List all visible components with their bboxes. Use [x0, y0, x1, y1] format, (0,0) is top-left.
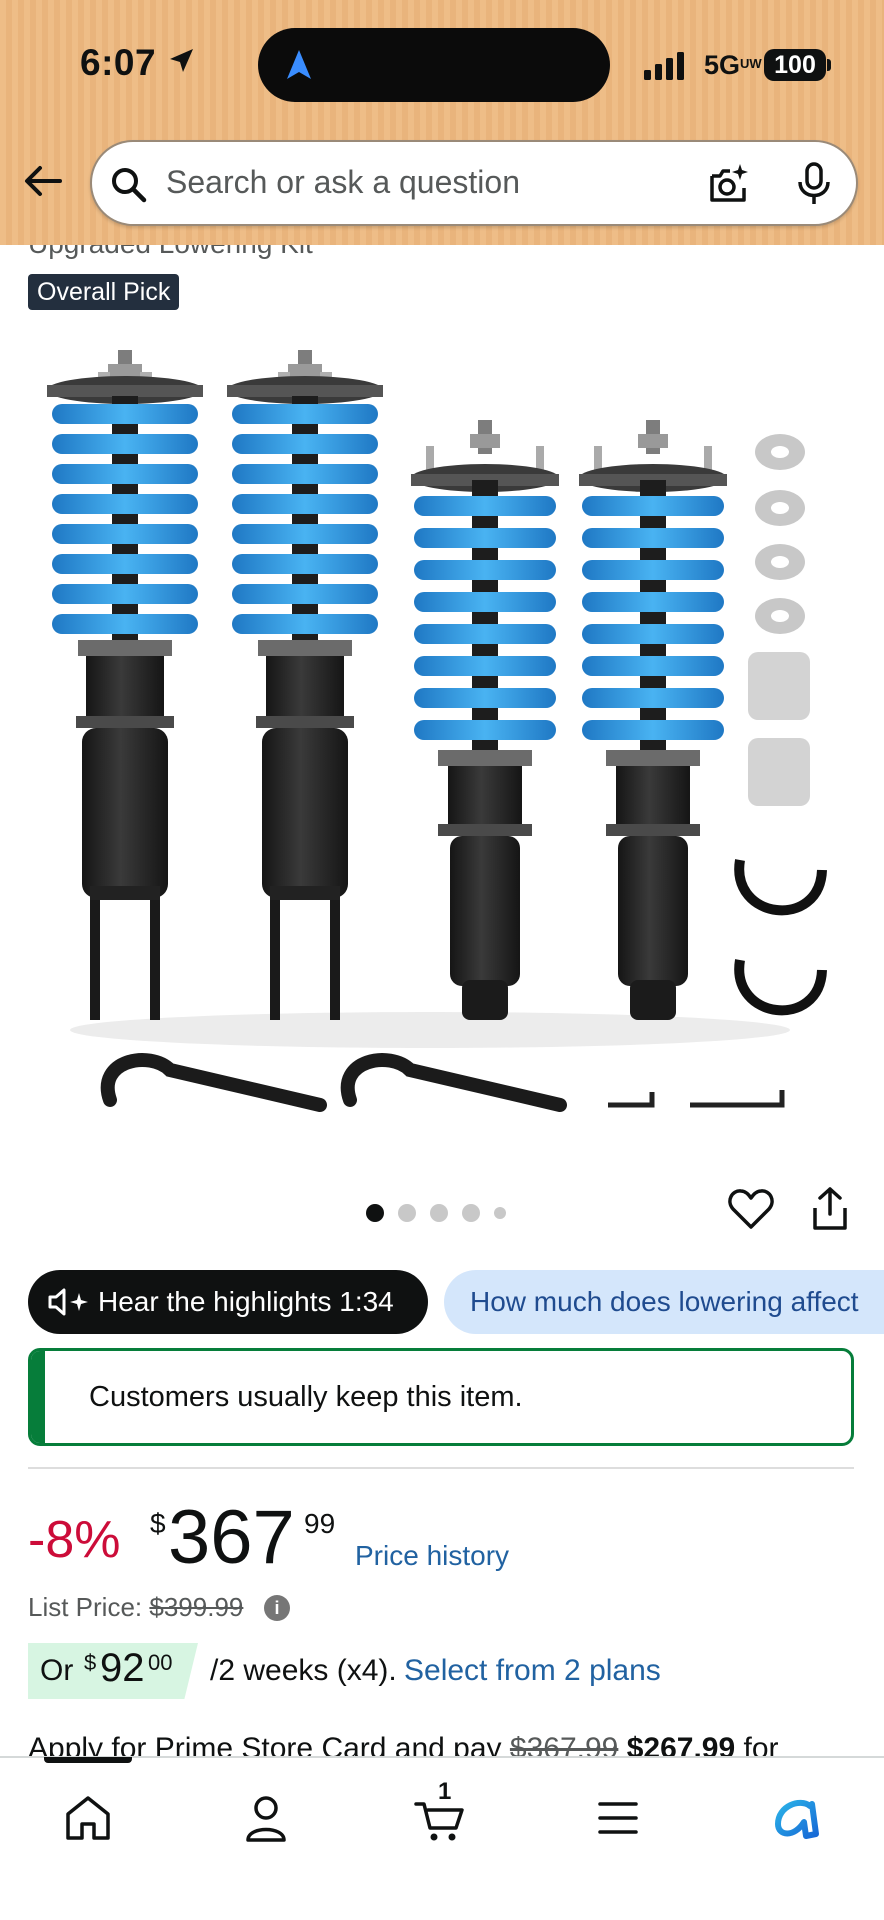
dynamic-island [258, 28, 610, 102]
carousel-dot[interactable] [430, 1204, 448, 1222]
spanner-wrenches [100, 1053, 785, 1112]
status-time: 6:07 [80, 42, 157, 83]
rufus-icon[interactable] [770, 1792, 822, 1844]
price-fraction: 99 [304, 1508, 336, 1539]
divider [28, 1467, 854, 1469]
banner-accent [31, 1351, 45, 1443]
carousel-dot[interactable] [462, 1204, 480, 1222]
product-image[interactable] [40, 330, 840, 1130]
installment-or: Or [40, 1654, 74, 1687]
info-icon[interactable]: i [264, 1595, 290, 1621]
price-symbol: $ [150, 1508, 166, 1539]
heart-icon[interactable] [728, 1188, 774, 1230]
account-icon[interactable] [240, 1792, 292, 1844]
cellular-signal-icon [644, 52, 684, 80]
rear-left-strut [411, 420, 559, 1020]
keep-item-text: Customers usually keep this item. [89, 1381, 523, 1413]
price-whole: 367 [168, 1495, 295, 1580]
overall-pick-badge: Overall Pick [28, 274, 180, 310]
bottom-nav: 1 [0, 1756, 884, 1920]
network-label: 5GUW [704, 50, 762, 81]
question-chip[interactable]: How much does lowering affect [444, 1270, 884, 1334]
hear-highlights-button[interactable]: Hear the highlights 1:34 [28, 1270, 428, 1334]
hear-highlights-label: Hear the highlights 1:34 [98, 1286, 394, 1317]
cart-count: 1 [438, 1778, 452, 1805]
network-suffix: UW [740, 56, 762, 71]
search-input[interactable]: Search or ask a question [166, 164, 520, 201]
share-icon[interactable] [810, 1186, 850, 1232]
microphone-icon[interactable] [796, 162, 832, 206]
installment-fraction: 00 [148, 1650, 173, 1675]
speaker-sparkle-icon [48, 1288, 88, 1316]
keep-item-banner: Customers usually keep this item. [28, 1348, 854, 1446]
list-price-label: List Price: [28, 1592, 143, 1622]
list-price-value: $399.99 [149, 1592, 244, 1622]
carousel-dot[interactable] [366, 1204, 384, 1222]
battery-indicator: 100 [764, 49, 826, 81]
nav-active-indicator [44, 1757, 132, 1763]
discount-percent: -8% [28, 1511, 121, 1569]
spacer-sleeves [748, 652, 810, 806]
front-left-strut [47, 350, 203, 1020]
camera-lens-icon[interactable] [706, 162, 750, 206]
installment-symbol: $ [84, 1650, 97, 1675]
installment-whole: 92 [100, 1646, 145, 1690]
home-icon[interactable] [62, 1792, 114, 1844]
installment-period: /2 weeks (x4). [210, 1654, 397, 1687]
carousel-dot[interactable] [398, 1204, 416, 1222]
carousel-dots[interactable] [366, 1203, 506, 1223]
location-arrow-icon [170, 49, 193, 72]
search-icon [112, 168, 147, 203]
washers [755, 434, 805, 634]
network-type: 5G [704, 50, 741, 80]
front-right-strut [227, 350, 383, 1020]
price-history-link[interactable]: Price history [355, 1540, 509, 1572]
mounting-clamps [734, 859, 827, 1016]
select-plans-link[interactable]: Select from 2 plans [404, 1654, 661, 1688]
navigation-indicator-icon [287, 50, 311, 79]
carousel-dot[interactable] [494, 1207, 506, 1219]
list-price: List Price: $399.99 [28, 1592, 243, 1623]
menu-icon[interactable] [592, 1792, 644, 1844]
search-bar[interactable]: Search or ask a question [90, 140, 858, 226]
battery-nub [827, 59, 831, 71]
top-header: 6:07 5GUW 100 Search or ask a question [0, 0, 884, 245]
rear-right-strut [579, 420, 727, 1020]
back-arrow-icon[interactable] [22, 160, 64, 202]
